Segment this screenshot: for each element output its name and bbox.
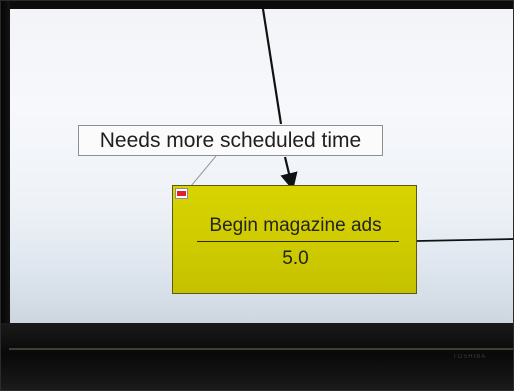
bezel-highlight <box>9 348 513 350</box>
task-node[interactable]: Begin magazine ads 5.0 <box>172 185 417 294</box>
dependency-line-outgoing[interactable] <box>416 238 514 242</box>
monitor-bezel <box>1 323 513 390</box>
annotation-text: Needs more scheduled time <box>99 128 362 152</box>
task-title: Begin magazine ads <box>209 215 382 236</box>
brand-logo: TOSHIBA <box>453 354 487 360</box>
monitor-photo: Needs more scheduled time Begin magazine… <box>0 0 514 391</box>
dependency-arrow[interactable] <box>280 156 298 191</box>
annotation-callout[interactable]: Needs more scheduled time <box>78 125 383 156</box>
task-duration: 5.0 <box>282 248 309 269</box>
collapse-toggle-button[interactable] <box>175 188 188 199</box>
task-divider <box>197 241 399 242</box>
minus-icon <box>177 191 186 196</box>
annotation-leader-line <box>190 155 217 187</box>
dependency-line-incoming[interactable] <box>261 8 283 125</box>
